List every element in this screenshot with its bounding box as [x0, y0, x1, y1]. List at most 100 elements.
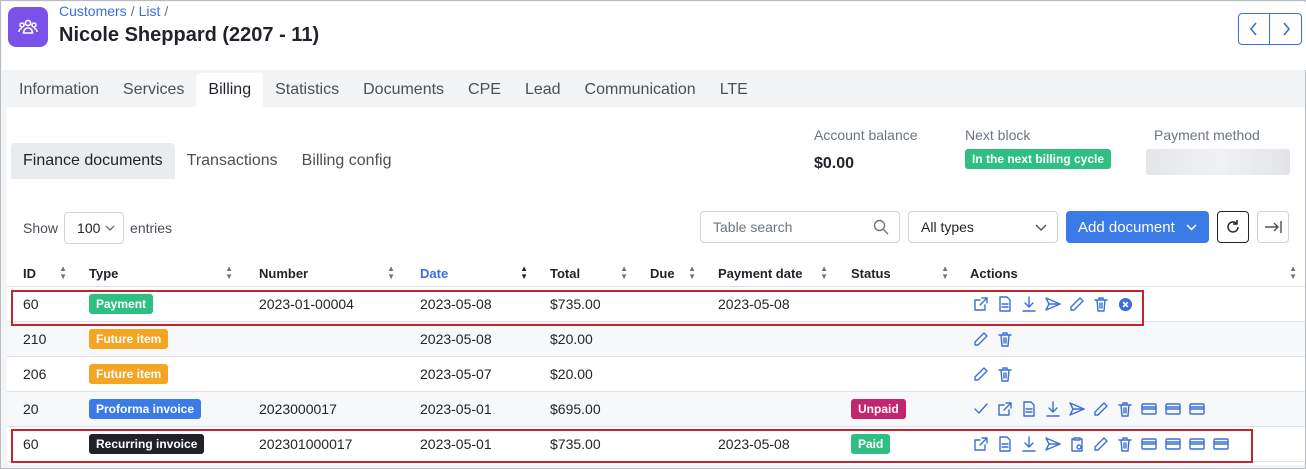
- column-header-date[interactable]: Date ▲ ▼: [420, 265, 534, 281]
- show-label: Show: [23, 220, 59, 236]
- next-block-label: Next block: [965, 127, 1031, 143]
- pdf-icon[interactable]: [996, 295, 1014, 313]
- refresh-button[interactable]: [1217, 211, 1249, 243]
- breadcrumb-customers[interactable]: Customers: [59, 3, 127, 19]
- search-placeholder: Table search: [713, 219, 793, 235]
- delete-icon[interactable]: [1116, 400, 1134, 418]
- edit-icon[interactable]: [972, 365, 990, 383]
- cell-total: $20.00: [550, 322, 593, 356]
- page-length-control: Show 100 entries: [23, 212, 172, 244]
- breadcrumb-list[interactable]: List: [139, 3, 161, 19]
- edit-icon[interactable]: [1068, 295, 1086, 313]
- add-document-button[interactable]: Add document: [1066, 211, 1209, 243]
- cell-text: 202301000017: [259, 436, 353, 452]
- tab-lte[interactable]: LTE: [708, 73, 760, 107]
- column-header-number[interactable]: Number ▲ ▼: [259, 265, 401, 281]
- pdf-icon[interactable]: [1020, 400, 1038, 418]
- clipboard-icon[interactable]: [1068, 435, 1086, 453]
- card-icon[interactable]: [1164, 400, 1182, 418]
- entries-select[interactable]: 100: [64, 212, 125, 244]
- chevron-down-icon: [105, 225, 115, 231]
- card-icon[interactable]: [1188, 400, 1206, 418]
- refresh-icon: [1227, 220, 1239, 233]
- send-icon[interactable]: [1068, 400, 1086, 418]
- column-header-payment-date[interactable]: Payment date ▲ ▼: [718, 265, 834, 281]
- table-search-input[interactable]: Table search: [700, 211, 900, 243]
- subtab-finance-documents[interactable]: Finance documents: [11, 143, 175, 179]
- download-icon[interactable]: [1044, 400, 1062, 418]
- delete-icon[interactable]: [996, 330, 1014, 348]
- payment-method-label: Payment method: [1154, 127, 1260, 143]
- card-icon[interactable]: [1140, 400, 1158, 418]
- cell-type: Payment: [89, 287, 154, 321]
- column-header-status[interactable]: Status ▲ ▼: [851, 265, 955, 281]
- tab-statistics[interactable]: Statistics: [263, 73, 351, 107]
- subtab-billing-config[interactable]: Billing config: [290, 143, 404, 179]
- external-link-icon[interactable]: [996, 400, 1014, 418]
- cell-id: 60: [23, 427, 39, 461]
- subtab-transactions[interactable]: Transactions: [175, 143, 290, 179]
- next-record-button[interactable]: [1270, 13, 1302, 45]
- cancel-circle-icon[interactable]: [1116, 295, 1134, 313]
- check-icon[interactable]: [972, 400, 990, 418]
- type-filter-select[interactable]: All types: [908, 211, 1058, 243]
- download-icon[interactable]: [1020, 295, 1038, 313]
- edit-icon[interactable]: [972, 330, 990, 348]
- sort-icon: ▲ ▼: [688, 264, 696, 281]
- card-icon[interactable]: [1164, 435, 1182, 453]
- external-link-icon[interactable]: [972, 435, 990, 453]
- billing-panel: Finance documents Transactions Billing c…: [7, 107, 1305, 465]
- row-actions: [972, 322, 1014, 356]
- tab-communication[interactable]: Communication: [573, 73, 708, 107]
- cell-date: 2023-05-08: [420, 322, 492, 356]
- customer-tabs: Information Services Billing Statistics …: [7, 73, 760, 107]
- pdf-icon[interactable]: [996, 435, 1014, 453]
- chevron-right-icon: [1282, 22, 1290, 36]
- send-icon[interactable]: [1044, 435, 1062, 453]
- window: Customers / List / Nicole Sheppard (2207 -…: [0, 0, 1306, 469]
- delete-icon[interactable]: [1092, 295, 1110, 313]
- type-badge: Payment: [89, 294, 154, 314]
- external-link-icon[interactable]: [972, 295, 990, 313]
- cell-total: $695.00: [550, 392, 601, 426]
- delete-icon[interactable]: [996, 365, 1014, 383]
- tab-information[interactable]: Information: [7, 73, 111, 107]
- send-icon[interactable]: [1044, 295, 1062, 313]
- download-icon[interactable]: [1020, 435, 1038, 453]
- cell-text: $735.00: [550, 436, 601, 452]
- column-header-id[interactable]: ID ▲ ▼: [23, 265, 73, 281]
- cell-date: 2023-05-07: [420, 357, 492, 391]
- cell-id: 20: [23, 392, 39, 426]
- cell-id: 206: [23, 357, 46, 391]
- finance-documents-table: ID ▲ ▼ Type ▲ ▼ Number ▲ ▼ Date ▲ ▼ Total ▲ ▼ Due ▲…: [7, 260, 1305, 462]
- tab-services[interactable]: Services: [111, 73, 196, 107]
- column-header-total[interactable]: Total ▲ ▼: [550, 265, 634, 281]
- account-balance-value: $0.00: [814, 155, 855, 172]
- cell-type: Recurring invoice: [89, 427, 205, 461]
- table-row[interactable]: 210 Future item 2023-05-08 $20.00: [7, 322, 1305, 357]
- edit-icon[interactable]: [1092, 435, 1110, 453]
- card-icon[interactable]: [1188, 435, 1206, 453]
- previous-record-button[interactable]: [1238, 13, 1270, 45]
- table-row[interactable]: 20 Proforma invoice 2023000017 2023-05-01 $6…: [7, 392, 1305, 427]
- tab-billing[interactable]: Billing: [196, 73, 264, 107]
- card-icon[interactable]: [1140, 435, 1158, 453]
- row-actions: [972, 357, 1014, 391]
- column-header-type[interactable]: Type ▲ ▼: [89, 265, 239, 281]
- table-row[interactable]: 60 Payment 2023-01-00004 2023-05-08 $735.00 2…: [7, 287, 1305, 322]
- cell-total: $20.00: [550, 357, 593, 391]
- column-header-actions[interactable]: Actions ▲ ▼: [970, 265, 1303, 281]
- export-button[interactable]: [1257, 211, 1289, 243]
- edit-icon[interactable]: [1092, 400, 1110, 418]
- type-badge: Future item: [89, 364, 169, 384]
- column-header-due[interactable]: Due ▲ ▼: [650, 265, 702, 281]
- table-row[interactable]: 60 Recurring invoice 202301000017 2023-05-0…: [7, 427, 1305, 462]
- cell-text: $695.00: [550, 401, 601, 417]
- tab-documents[interactable]: Documents: [351, 73, 456, 107]
- tab-cpe[interactable]: CPE: [456, 73, 513, 107]
- delete-icon[interactable]: [1116, 435, 1134, 453]
- table-row[interactable]: 206 Future item 2023-05-07 $20.00: [7, 357, 1305, 392]
- tab-lead[interactable]: Lead: [513, 73, 573, 107]
- status-badge: Unpaid: [851, 399, 906, 419]
- card-icon[interactable]: [1212, 435, 1230, 453]
